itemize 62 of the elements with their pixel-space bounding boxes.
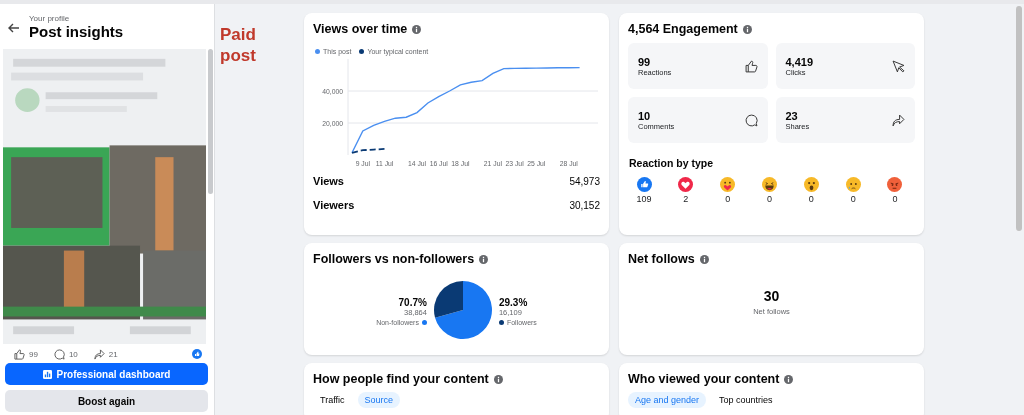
section-heading: Reaction by type — [629, 157, 715, 169]
metric-value: 4,419 — [785, 55, 814, 68]
reaction-count: 21 — [108, 349, 118, 359]
cursor-icon — [892, 59, 905, 73]
info-icon[interactable] — [699, 254, 709, 264]
metric-value: 99 — [638, 55, 652, 68]
stat-label: Viewers — [313, 199, 355, 211]
stat-label: Views — [313, 175, 344, 187]
reaction-count: 0 — [766, 194, 772, 204]
reaction-count: 0 — [808, 194, 814, 204]
haha-reaction-icon — [762, 177, 777, 192]
reaction-count: 2 — [683, 194, 689, 204]
scrollbar[interactable] — [1016, 6, 1022, 231]
tab[interactable]: Traffic — [313, 392, 352, 408]
net-follows-value: 30 — [763, 288, 780, 304]
reaction-count: 10 — [68, 349, 78, 359]
tab[interactable]: Source — [357, 392, 401, 408]
reaction-count: 0 — [725, 194, 731, 204]
info-icon[interactable] — [742, 24, 752, 34]
sad-reaction-icon — [845, 177, 861, 192]
comment-icon[interactable] — [53, 348, 65, 360]
scrollbar[interactable] — [208, 49, 213, 194]
thumbs-up-icon — [744, 59, 758, 73]
comment-icon — [744, 113, 758, 127]
reaction-count: 0 — [850, 194, 856, 204]
love-reaction-icon — [678, 177, 694, 192]
boost-button[interactable]: Boost again — [5, 390, 208, 412]
breadcrumb-label: Your profile — [29, 14, 71, 23]
angry-reaction-icon — [887, 177, 903, 192]
reaction-count: 0 — [892, 194, 898, 204]
back-arrow-icon[interactable] — [8, 22, 20, 33]
reaction-badge-icon — [192, 349, 202, 359]
card-title: How people find your content — [313, 372, 489, 386]
share-icon — [892, 113, 905, 127]
like-reaction-icon — [636, 177, 652, 192]
info-icon[interactable] — [412, 24, 422, 34]
card-title: Who viewed your content — [628, 372, 780, 386]
card-title: Views over time — [313, 22, 408, 36]
reaction-count: 109 — [636, 194, 652, 204]
card-title: 4,564 Engagement — [628, 22, 738, 36]
dashboard-button[interactable]: Professional dashboard — [5, 363, 208, 385]
tab[interactable]: Age and gender — [628, 392, 707, 408]
card-title: Followers vs non-followers — [313, 252, 475, 266]
thumbs-up-icon[interactable] — [14, 348, 25, 360]
reaction-count: 99 — [29, 349, 38, 359]
page-title: Post insights — [29, 23, 124, 41]
paid-post-label: Paid post — [220, 24, 257, 66]
chart-icon — [42, 369, 52, 379]
info-icon[interactable] — [479, 254, 489, 264]
info-icon[interactable] — [493, 374, 503, 384]
metric-value: 23 — [785, 109, 799, 122]
stat-value: 30,152 — [569, 199, 600, 211]
info-icon[interactable] — [784, 374, 794, 384]
tab[interactable]: Top countries — [712, 392, 780, 408]
card-title: Net follows — [628, 252, 695, 266]
share-icon[interactable] — [93, 348, 105, 360]
wow-reaction-icon — [803, 177, 819, 192]
percent-value: 29.3% — [498, 296, 529, 308]
percent-value: 70.7% — [398, 296, 427, 308]
care-reaction-icon — [720, 177, 736, 192]
metric-value: 10 — [638, 109, 652, 122]
stat-value: 54,973 — [569, 175, 600, 187]
